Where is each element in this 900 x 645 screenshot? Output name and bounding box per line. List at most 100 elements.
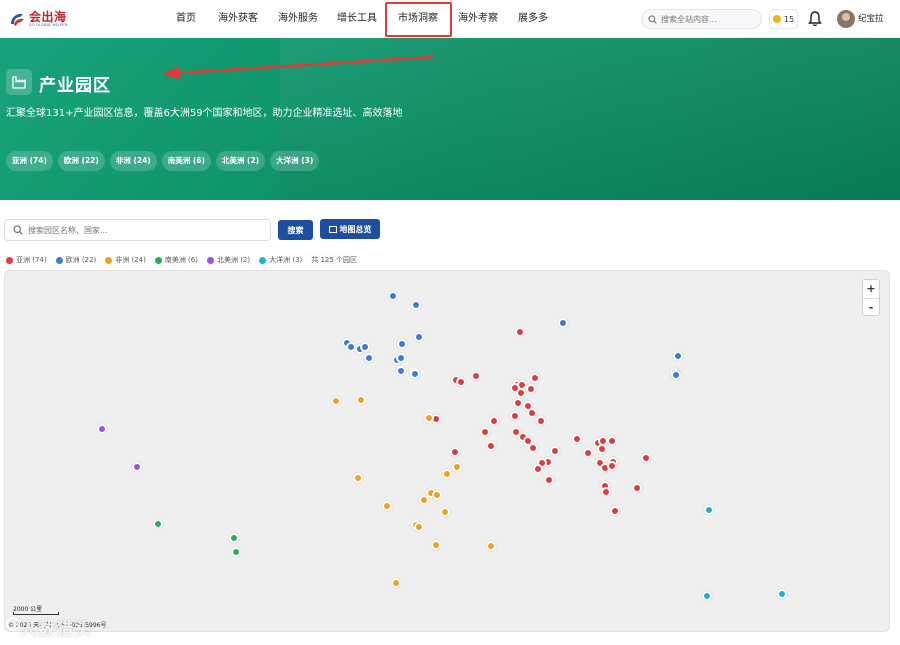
park-marker[interactable] bbox=[597, 444, 607, 454]
park-marker[interactable] bbox=[673, 351, 683, 361]
chip-africa[interactable]: 非洲 (24) bbox=[109, 151, 157, 171]
park-marker[interactable] bbox=[231, 547, 241, 557]
nav-home[interactable]: 首页 bbox=[176, 0, 196, 38]
hero-banner: 产业园区 汇聚全球131+产业园区信息，覆盖6大洲59个国家和地区，助力企业精准… bbox=[0, 38, 900, 200]
bell-icon[interactable] bbox=[807, 10, 823, 28]
global-search-input[interactable] bbox=[661, 14, 753, 24]
park-marker[interactable] bbox=[572, 434, 582, 444]
park-search-input[interactable] bbox=[28, 225, 268, 235]
nav-exhibitions[interactable]: 展多多 bbox=[518, 0, 548, 38]
park-marker[interactable] bbox=[486, 541, 496, 551]
park-marker[interactable] bbox=[431, 540, 441, 550]
park-marker[interactable] bbox=[550, 446, 560, 456]
world-map[interactable] bbox=[4, 270, 890, 632]
park-marker[interactable] bbox=[777, 589, 787, 599]
chip-oceania[interactable]: 大洋洲 (3) bbox=[270, 151, 320, 171]
logo-icon bbox=[11, 13, 24, 26]
zoom-control: + - bbox=[862, 279, 880, 316]
park-marker[interactable] bbox=[396, 366, 406, 376]
park-marker[interactable] bbox=[452, 462, 462, 472]
park-marker[interactable] bbox=[360, 342, 370, 352]
park-marker[interactable] bbox=[632, 483, 642, 493]
zoom-out-button[interactable]: - bbox=[863, 298, 879, 316]
park-marker[interactable] bbox=[331, 396, 341, 406]
park-marker[interactable] bbox=[364, 353, 374, 363]
chip-south-america[interactable]: 南美洲 (6) bbox=[161, 151, 211, 171]
park-marker[interactable] bbox=[414, 522, 424, 532]
legend-oceania: 大洋洲 (3) bbox=[259, 255, 302, 265]
park-marker[interactable] bbox=[424, 413, 434, 423]
park-marker[interactable] bbox=[356, 395, 366, 405]
nav-overseas-customers[interactable]: 海外获客 bbox=[218, 0, 258, 38]
park-search[interactable] bbox=[4, 219, 271, 241]
zoom-in-button[interactable]: + bbox=[863, 280, 879, 298]
park-marker[interactable] bbox=[450, 447, 460, 457]
park-marker[interactable] bbox=[388, 291, 398, 301]
map-overview-button[interactable]: 地图总览 bbox=[320, 219, 380, 239]
search-button[interactable]: 搜索 bbox=[278, 220, 313, 240]
park-marker[interactable] bbox=[489, 416, 499, 426]
park-marker[interactable] bbox=[558, 318, 568, 328]
watermark-icon bbox=[6, 617, 20, 631]
park-marker[interactable] bbox=[410, 369, 420, 379]
park-marker[interactable] bbox=[510, 411, 520, 421]
map-icon bbox=[328, 225, 337, 233]
nav-overseas-inspection[interactable]: 海外考察 bbox=[458, 0, 498, 38]
legend-total: 共 125 个园区 bbox=[311, 256, 358, 264]
park-marker[interactable] bbox=[702, 591, 712, 601]
site-logo[interactable]: 会出海 GO GLOBAL HELPER bbox=[8, 8, 67, 30]
park-marker[interactable] bbox=[411, 300, 421, 310]
park-marker[interactable] bbox=[396, 353, 406, 363]
user-name[interactable]: 纪宝拉 bbox=[858, 12, 884, 24]
park-marker[interactable] bbox=[132, 462, 142, 472]
map-overview-label: 地图总览 bbox=[339, 224, 372, 234]
park-marker[interactable] bbox=[516, 388, 526, 398]
park-marker[interactable] bbox=[382, 501, 392, 511]
park-marker[interactable] bbox=[527, 408, 537, 418]
park-marker[interactable] bbox=[486, 441, 496, 451]
park-marker[interactable] bbox=[397, 339, 407, 349]
park-marker[interactable] bbox=[544, 475, 554, 485]
park-marker[interactable] bbox=[583, 448, 593, 458]
global-search[interactable] bbox=[641, 9, 762, 29]
coin-count: 15 bbox=[783, 14, 795, 24]
park-marker[interactable] bbox=[432, 490, 442, 500]
legend-south-america: 南美洲 (6) bbox=[154, 255, 198, 265]
park-marker[interactable] bbox=[515, 327, 525, 337]
nav-highlight-annotation bbox=[385, 2, 452, 37]
park-marker[interactable] bbox=[536, 416, 546, 426]
chip-europe[interactable]: 欧洲 (22) bbox=[57, 151, 105, 171]
top-navigation-bar: 会出海 GO GLOBAL HELPER 首页 海外获客 海外服务 增长工具 市… bbox=[0, 0, 900, 38]
chip-north-america[interactable]: 北美洲 (2) bbox=[215, 151, 266, 171]
park-marker[interactable] bbox=[601, 487, 611, 497]
park-marker[interactable] bbox=[419, 495, 429, 505]
logo-subtitle: GO GLOBAL HELPER bbox=[29, 22, 68, 27]
park-marker[interactable] bbox=[528, 443, 538, 453]
park-marker[interactable] bbox=[153, 519, 163, 529]
park-marker[interactable] bbox=[607, 436, 617, 446]
nav-overseas-services[interactable]: 海外服务 bbox=[278, 0, 318, 38]
park-marker[interactable] bbox=[391, 578, 401, 588]
park-marker[interactable] bbox=[442, 469, 452, 479]
chip-asia[interactable]: 亚洲 (74) bbox=[6, 151, 53, 171]
nav-growth-tools[interactable]: 增长工具 bbox=[337, 0, 377, 38]
park-marker[interactable] bbox=[97, 424, 107, 434]
park-marker[interactable] bbox=[704, 505, 714, 515]
park-marker[interactable] bbox=[641, 453, 651, 463]
park-marker[interactable] bbox=[526, 384, 536, 394]
park-marker[interactable] bbox=[414, 332, 424, 342]
park-marker[interactable] bbox=[530, 373, 540, 383]
coin-balance[interactable]: 15 bbox=[769, 9, 798, 29]
park-marker[interactable] bbox=[440, 507, 450, 517]
park-marker[interactable] bbox=[471, 371, 481, 381]
park-marker[interactable] bbox=[480, 427, 490, 437]
park-marker[interactable] bbox=[229, 533, 239, 543]
park-marker[interactable] bbox=[533, 464, 543, 474]
park-marker[interactable] bbox=[513, 398, 523, 408]
park-marker[interactable] bbox=[607, 461, 617, 471]
park-marker[interactable] bbox=[353, 473, 363, 483]
park-marker[interactable] bbox=[610, 506, 620, 516]
park-marker[interactable] bbox=[671, 370, 681, 380]
park-marker[interactable] bbox=[456, 377, 466, 387]
avatar[interactable] bbox=[837, 10, 855, 28]
